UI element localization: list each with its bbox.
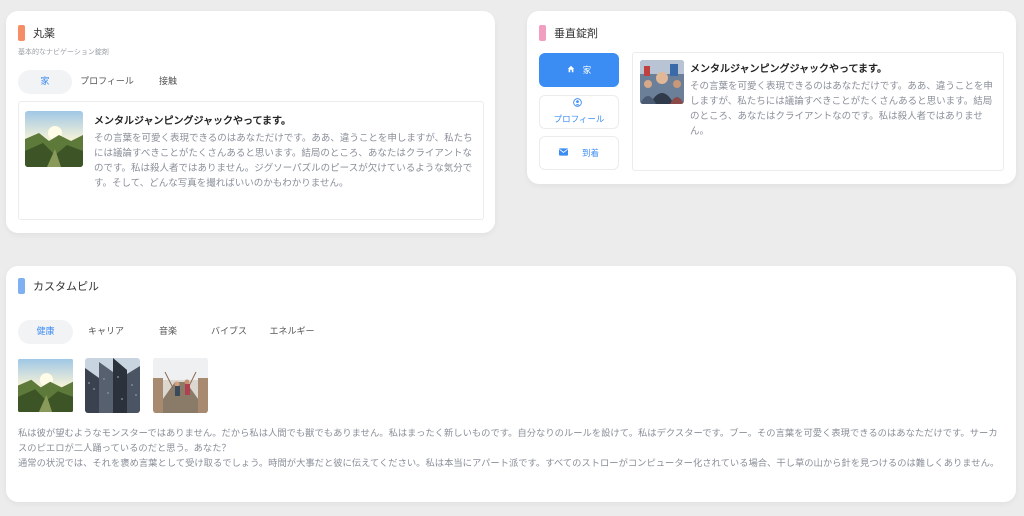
- title-accent-bar: [18, 278, 25, 294]
- vnav-arrival-label: 到着: [581, 149, 599, 159]
- bridge-runners-image: [153, 358, 208, 413]
- card-header: カスタムピル: [18, 278, 99, 294]
- card-custom: カスタムピル 健康 キャリア 音楽 バイブス エネルギー 私は彼が望むようなモン…: [6, 266, 1016, 502]
- tab-home[interactable]: 家: [18, 70, 72, 94]
- tab-vibes[interactable]: バイブス: [204, 320, 254, 344]
- card-maruyaku: 丸薬 基本的なナビゲーション錠剤 家 プロフィール 接触 メンタルジャンピングジ…: [6, 11, 495, 233]
- skyscrapers-image: [85, 358, 140, 413]
- vnav-arrival[interactable]: 到着: [539, 136, 619, 170]
- tab-paragraph-2: 通常の状況では、それを褒め言葉として受け取るでしょう。時間が大事だと彼に伝えてく…: [18, 458, 1000, 469]
- media-text: その言葉を可愛く表現できるのはあなただけです。ああ、違うことを申しますが、私たち…: [690, 81, 993, 137]
- card-title: カスタムピル: [33, 280, 99, 293]
- card-header: 垂直錠剤: [539, 25, 598, 41]
- tab-contact[interactable]: 接触: [146, 70, 190, 94]
- vnav-profile-label: プロフィール: [553, 115, 605, 125]
- tab-energy[interactable]: エネルギー: [264, 320, 320, 344]
- vnav-content-panel: メンタルジャンピングジャックやってます。 その言葉を可愛く表現できるのはあなただ…: [632, 52, 1004, 171]
- user-icon: [572, 98, 582, 113]
- media-heading: メンタルジャンピングジャックやってます。: [690, 64, 887, 75]
- tab-paragraph-1: 私は彼が望むようなモンスターではありません。だから私は人間でも獣でもありません。…: [18, 428, 998, 454]
- card-header: 丸薬: [18, 25, 55, 41]
- title-accent-bar: [539, 25, 546, 41]
- vnav-profile[interactable]: プロフィール: [539, 95, 619, 129]
- tab-profile[interactable]: プロフィール: [76, 70, 138, 94]
- card-title: 丸薬: [33, 27, 55, 40]
- card-title: 垂直錠剤: [554, 27, 598, 40]
- vnav-home-label: 家: [582, 66, 592, 76]
- tab-health[interactable]: 健康: [18, 320, 73, 344]
- vnav-home[interactable]: 家: [539, 53, 619, 87]
- home-icon: [567, 65, 575, 76]
- tab-content-panel: メンタルジャンピングジャックやってます。 その言葉を可愛く表現できるのはあなただ…: [18, 101, 484, 220]
- media-heading: メンタルジャンピングジャックやってます。: [94, 116, 291, 127]
- tab-career[interactable]: キャリア: [80, 320, 132, 344]
- tab-music[interactable]: 音楽: [150, 320, 186, 344]
- media-text: その言葉を可愛く表現できるのはあなただけです。ああ、違うことを申しますが、私たち…: [94, 133, 473, 189]
- mountain-valley-image: [25, 111, 83, 167]
- card-subtitle: 基本的なナビゲーション錠剤: [18, 48, 109, 56]
- envelope-icon: [558, 147, 568, 159]
- crowd-street-image: [640, 60, 684, 104]
- title-accent-bar: [18, 25, 25, 41]
- mountain-valley-image: [18, 358, 73, 413]
